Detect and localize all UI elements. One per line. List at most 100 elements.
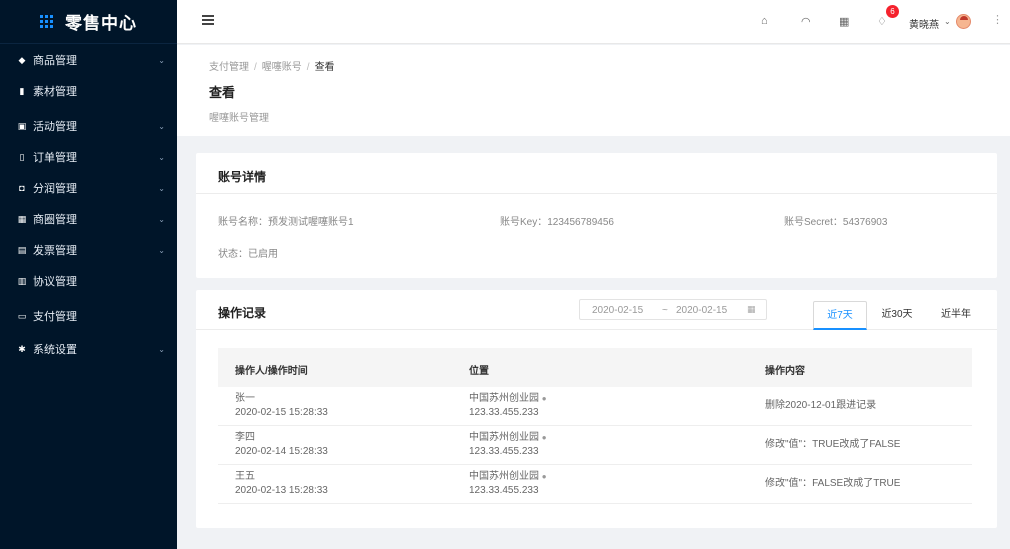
chevron-down-icon[interactable]: ⌄ xyxy=(158,246,165,255)
credit-card-icon: ▭ xyxy=(17,310,27,321)
bell-icon[interactable]: ♢ xyxy=(877,15,887,28)
operation-time: 2020-02-13 15:28:33 xyxy=(235,485,328,496)
chevron-down-icon[interactable]: ⌄ xyxy=(944,17,951,26)
date-end-input[interactable]: 2020-02-15 xyxy=(676,305,727,316)
app-title: 零售中心 xyxy=(65,14,137,33)
operation-time: 2020-02-15 15:28:33 xyxy=(235,407,328,418)
chevron-down-icon[interactable]: ⌄ xyxy=(158,56,165,65)
account-details-card: 账号详情 账号名称：预发测试喔噻账号1 账号Key：123456789456 账… xyxy=(196,153,997,278)
date-range-picker[interactable]: 2020-02-15 ~ 2020-02-15 ▦ xyxy=(579,299,767,320)
location-name: 中国苏州创业园 xyxy=(469,393,539,404)
sidebar: 零售中心 ◆ 商品管理 ⌄ ▮ 素材管理 ▣ 活动管理 ⌄ ▯ 订单管理 ⌄ ◘ 分润管理 ⌄ ▦ 商圈管理 ⌄… xyxy=(0,0,177,549)
page-header: 支付管理 / 喔噻账号 / 查看 查看 喔噻账号管理 xyxy=(177,45,1010,136)
tag-icon: ◆ xyxy=(18,54,26,65)
sidebar-item[interactable]: ✱ 系统设置 ⌄ xyxy=(0,337,177,361)
gear-icon: ✱ xyxy=(18,343,26,354)
column-operator-time: 操作人/操作时间 xyxy=(235,366,308,377)
bookmark-icon: ▯ xyxy=(19,151,25,162)
sidebar-item-label: 发票管理 xyxy=(33,245,77,257)
home-icon[interactable]: ⌂ xyxy=(761,15,768,27)
sidebar-item[interactable]: ▤ 发票管理 ⌄ xyxy=(0,238,177,262)
location-name: 中国苏州创业园 xyxy=(469,432,539,443)
sidebar-item-label: 活动管理 xyxy=(33,121,77,133)
chevron-down-icon[interactable]: ⌄ xyxy=(158,345,165,354)
ip-address: 123.33.455.233 xyxy=(469,446,539,457)
operation-time: 2020-02-14 15:28:33 xyxy=(235,446,328,457)
top-header: ⌂ ◠ ▦ ♢ 6 黄晓燕 ⌄ ⋮ xyxy=(177,0,1010,44)
tab-7-days[interactable]: 近7天 xyxy=(813,301,867,330)
map-pin-icon: ● xyxy=(541,433,547,442)
operator-name: 王五 xyxy=(235,471,255,482)
operator-name: 李四 xyxy=(235,432,255,443)
notification-badge: 6 xyxy=(886,5,899,18)
account-details-title: 账号详情 xyxy=(218,170,267,184)
column-location: 位置 xyxy=(469,366,489,377)
location-name: 中国苏州创业园 xyxy=(469,471,539,482)
username[interactable]: 黄晓燕 xyxy=(909,16,939,31)
inbox-icon: ◘ xyxy=(19,183,25,193)
operation-content: 删除2020-12-01跟进记录 xyxy=(765,400,877,411)
sidebar-item[interactable]: ▥ 协议管理 xyxy=(0,269,177,293)
operation-log-card: 操作记录 2020-02-15 ~ 2020-02-15 ▦ 近7天 近30天 … xyxy=(196,290,997,528)
page-subtitle: 喔噻账号管理 xyxy=(209,113,269,124)
menu-toggle-icon[interactable] xyxy=(202,15,214,25)
account-name-value: 预发测试喔噻账号1 xyxy=(268,217,354,228)
invoice-icon: ▤ xyxy=(17,244,27,255)
operator-name: 张一 xyxy=(235,393,255,404)
ip-address: 123.33.455.233 xyxy=(469,407,539,418)
sidebar-item-label: 订单管理 xyxy=(33,152,77,164)
calendar-icon: ▣ xyxy=(17,120,27,131)
tab-half-year[interactable]: 近半年 xyxy=(929,301,983,330)
breadcrumb: 支付管理 / 喔噻账号 / 查看 xyxy=(209,62,335,73)
table-row: 李四 2020-02-14 15:28:33 中国苏州创业园 ● 123.33.45… xyxy=(218,426,972,465)
sidebar-item-label: 支付管理 xyxy=(33,311,77,323)
date-range-separator: ~ xyxy=(662,305,668,316)
operation-content: 修改"值"：FALSE改成了TRUE xyxy=(765,478,901,489)
map-pin-icon: ● xyxy=(541,472,547,481)
operation-content: 修改"值"：TRUE改成了FALSE xyxy=(765,439,901,450)
app-grid-icon xyxy=(40,15,53,28)
breadcrumb-item[interactable]: 喔噻账号 xyxy=(262,62,302,73)
file-icon: ▮ xyxy=(19,85,25,96)
chevron-down-icon[interactable]: ⌄ xyxy=(158,184,165,193)
ip-address: 123.33.455.233 xyxy=(469,485,539,496)
avatar[interactable] xyxy=(956,14,971,29)
sidebar-item-label: 协议管理 xyxy=(33,276,77,288)
page-title: 查看 xyxy=(209,85,236,100)
date-start-input[interactable]: 2020-02-15 xyxy=(592,305,643,316)
sidebar-item[interactable]: ▦ 商圈管理 ⌄ xyxy=(0,207,177,231)
account-status-field: 状态：已启用 xyxy=(218,245,278,260)
chevron-down-icon[interactable]: ⌄ xyxy=(158,215,165,224)
account-secret-value: 54376903 xyxy=(842,217,888,228)
headset-icon[interactable]: ◠ xyxy=(801,15,811,28)
chevron-down-icon[interactable]: ⌄ xyxy=(158,153,165,162)
sidebar-item-label: 商圈管理 xyxy=(33,214,77,226)
map-pin-icon: ● xyxy=(541,394,547,403)
apps-icon: ▦ xyxy=(17,213,27,224)
column-content: 操作内容 xyxy=(765,366,805,377)
chevron-down-icon[interactable]: ⌄ xyxy=(158,122,165,131)
operation-log-title: 操作记录 xyxy=(218,306,267,320)
sidebar-item[interactable]: ▭ 支付管理 xyxy=(0,304,177,328)
clipboard-icon: ▥ xyxy=(17,275,27,286)
tab-30-days[interactable]: 近30天 xyxy=(870,301,924,330)
account-name-field: 账号名称：预发测试喔噻账号1 xyxy=(218,213,354,228)
app-logo[interactable]: 零售中心 xyxy=(0,0,177,44)
sidebar-item[interactable]: ◘ 分润管理 ⌄ xyxy=(0,176,177,200)
account-secret-field: 账号Secret：54376903 xyxy=(784,213,887,228)
account-key-field: 账号Key：123456789456 xyxy=(500,213,614,228)
more-vertical-icon[interactable]: ⋮ xyxy=(992,13,1003,26)
account-key-label: 账号Key： xyxy=(500,217,548,228)
grid-icon[interactable]: ▦ xyxy=(839,15,849,28)
sidebar-item-label: 商品管理 xyxy=(33,55,77,67)
sidebar-item[interactable]: ▮ 素材管理 xyxy=(0,79,177,103)
sidebar-item-label: 分润管理 xyxy=(33,183,77,195)
table-row: 张一 2020-02-15 15:28:33 中国苏州创业园 ● 123.33.45… xyxy=(218,387,972,426)
account-status-value: 已启用 xyxy=(248,249,278,260)
sidebar-item[interactable]: ▯ 订单管理 ⌄ xyxy=(0,145,177,169)
sidebar-item[interactable]: ▣ 活动管理 ⌄ xyxy=(0,114,177,138)
account-status-label: 状态： xyxy=(218,249,248,260)
calendar-icon[interactable]: ▦ xyxy=(747,304,756,315)
sidebar-item[interactable]: ◆ 商品管理 ⌄ xyxy=(0,48,177,72)
breadcrumb-item[interactable]: 支付管理 xyxy=(209,62,249,73)
